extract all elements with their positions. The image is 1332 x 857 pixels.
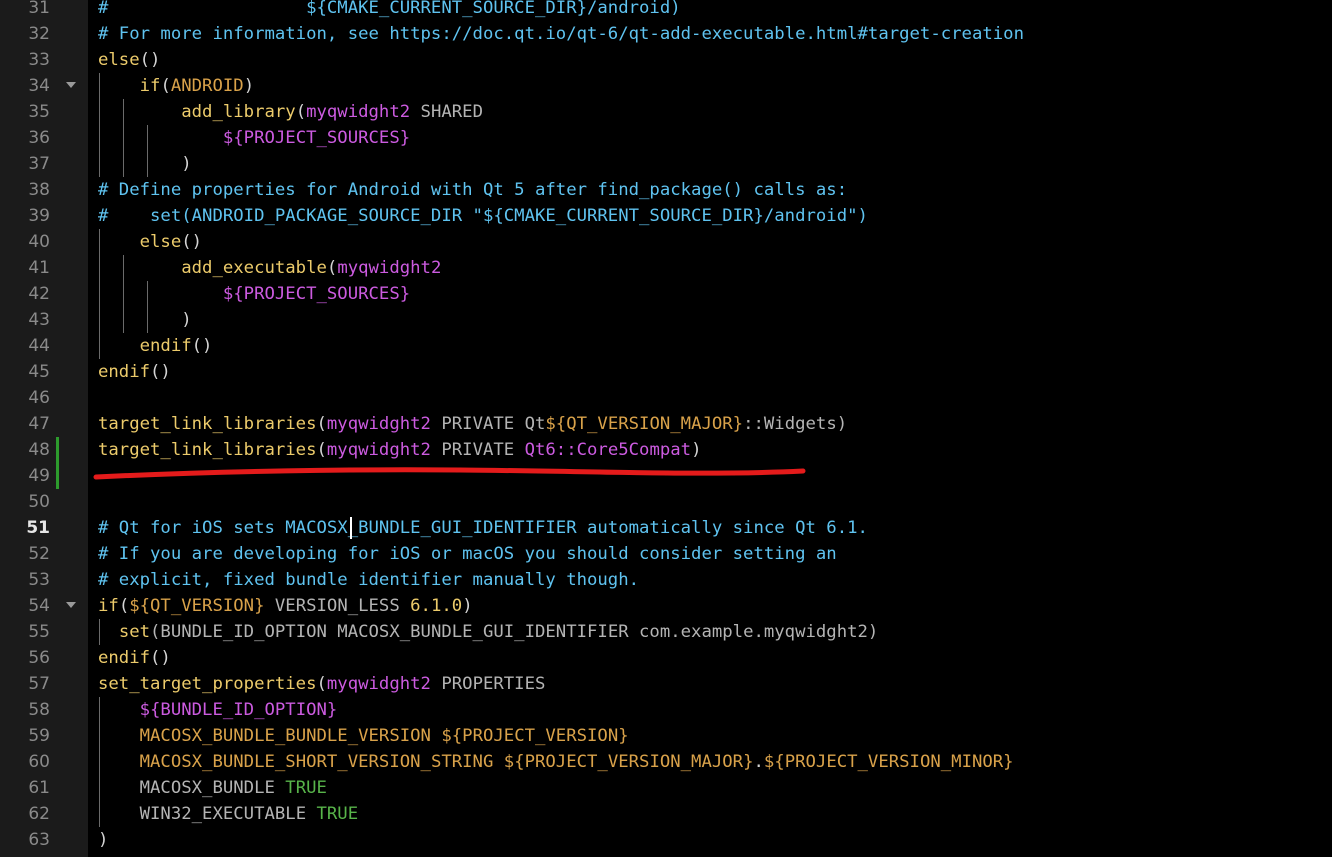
code-editor[interactable]: 31 # ${CMAKE_CURRENT_SOURCE_DIR}/android)…	[0, 0, 1332, 857]
red-underline-annotation	[93, 467, 806, 480]
